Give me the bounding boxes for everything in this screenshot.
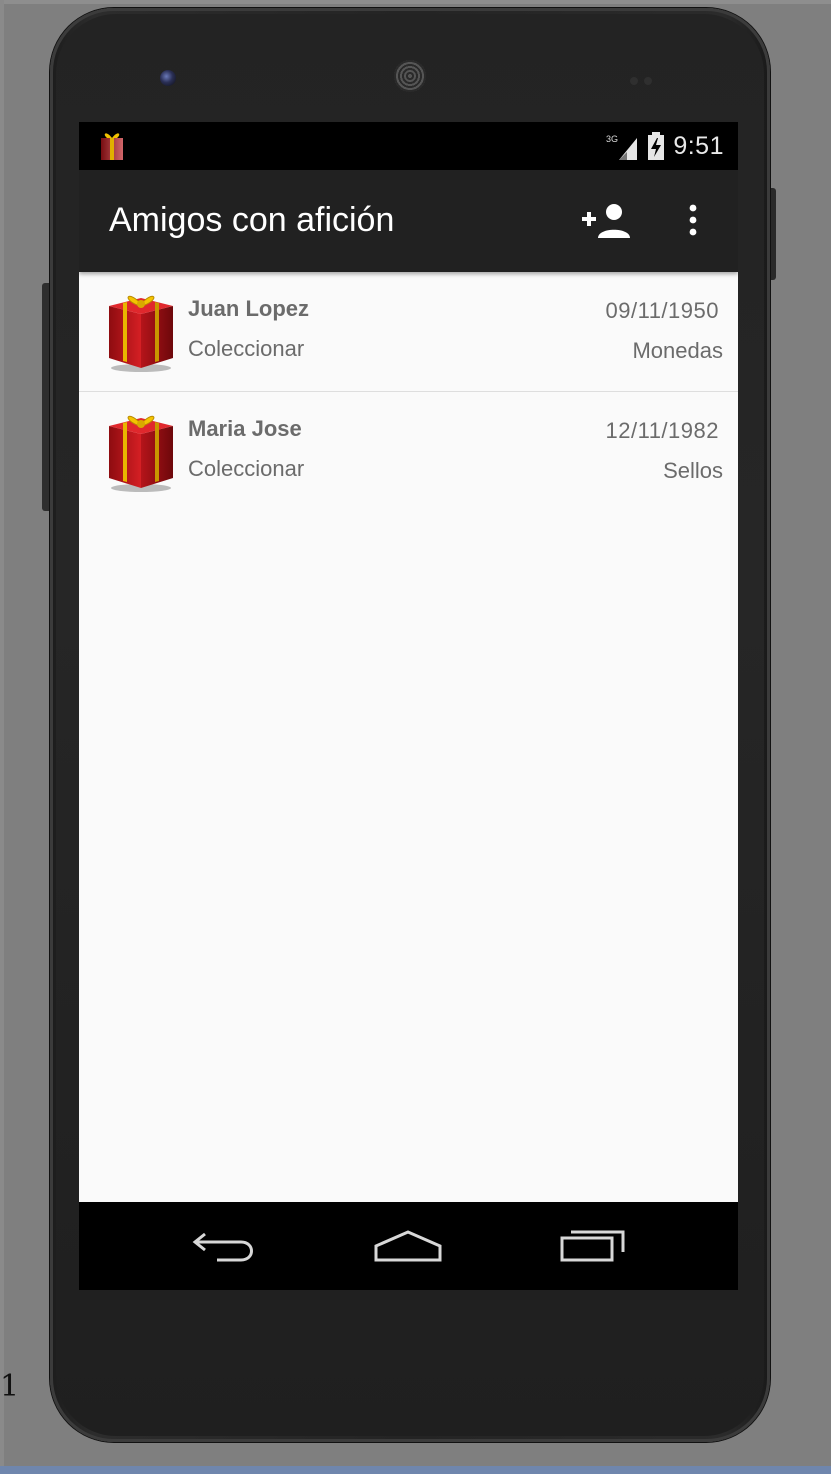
friend-name: Maria Jose (188, 416, 302, 441)
list-item[interactable]: Maria Jose Coleccionar 12/11/1982 Sellos (79, 392, 738, 511)
network-type-label: 3G (606, 134, 618, 144)
window-frame-left (0, 0, 4, 1474)
recents-icon[interactable] (559, 1222, 629, 1268)
home-icon[interactable] (373, 1222, 443, 1268)
battery-charging-icon (648, 132, 665, 160)
friend-hobby: Coleccionar (188, 456, 305, 481)
list-item[interactable]: Juan Lopez Coleccionar 09/11/1950 Moneda… (79, 272, 738, 392)
navigation-bar (79, 1202, 738, 1290)
friend-date: 12/11/1982 (605, 418, 719, 443)
action-bar: Amigos con afición (79, 170, 738, 272)
friend-hobby: Coleccionar (188, 336, 305, 361)
gift-icon (109, 295, 173, 372)
friend-name: Juan Lopez (188, 296, 310, 321)
earpiece-speaker-icon (394, 60, 426, 92)
add-person-icon[interactable] (579, 200, 635, 240)
gift-icon (109, 415, 173, 492)
signal-3g-icon: 3G (606, 134, 638, 160)
more-vert-icon[interactable] (679, 198, 707, 242)
status-icons: 3G 9:51 (605, 130, 724, 162)
proximity-sensor (630, 70, 660, 85)
stray-character: 1 (0, 1369, 20, 1404)
gift-notification-icon (101, 133, 123, 160)
back-icon[interactable] (191, 1222, 261, 1268)
window-frame-top (0, 0, 831, 4)
app-title: Amigos con afición (109, 201, 395, 239)
friends-list: Juan Lopez Coleccionar 09/11/1950 Moneda… (79, 272, 738, 511)
friend-date: 09/11/1950 (605, 298, 719, 323)
device-screen: 3G 9:51 Amigos con afición Juan Lopez Co… (79, 122, 738, 1290)
front-camera-icon (160, 70, 176, 86)
status-bar: 3G 9:51 (79, 122, 738, 170)
friend-collection: Monedas (632, 338, 723, 363)
friend-collection: Sellos (663, 458, 723, 483)
window-frame-bottom (0, 1466, 831, 1474)
status-time: 9:51 (673, 131, 724, 160)
